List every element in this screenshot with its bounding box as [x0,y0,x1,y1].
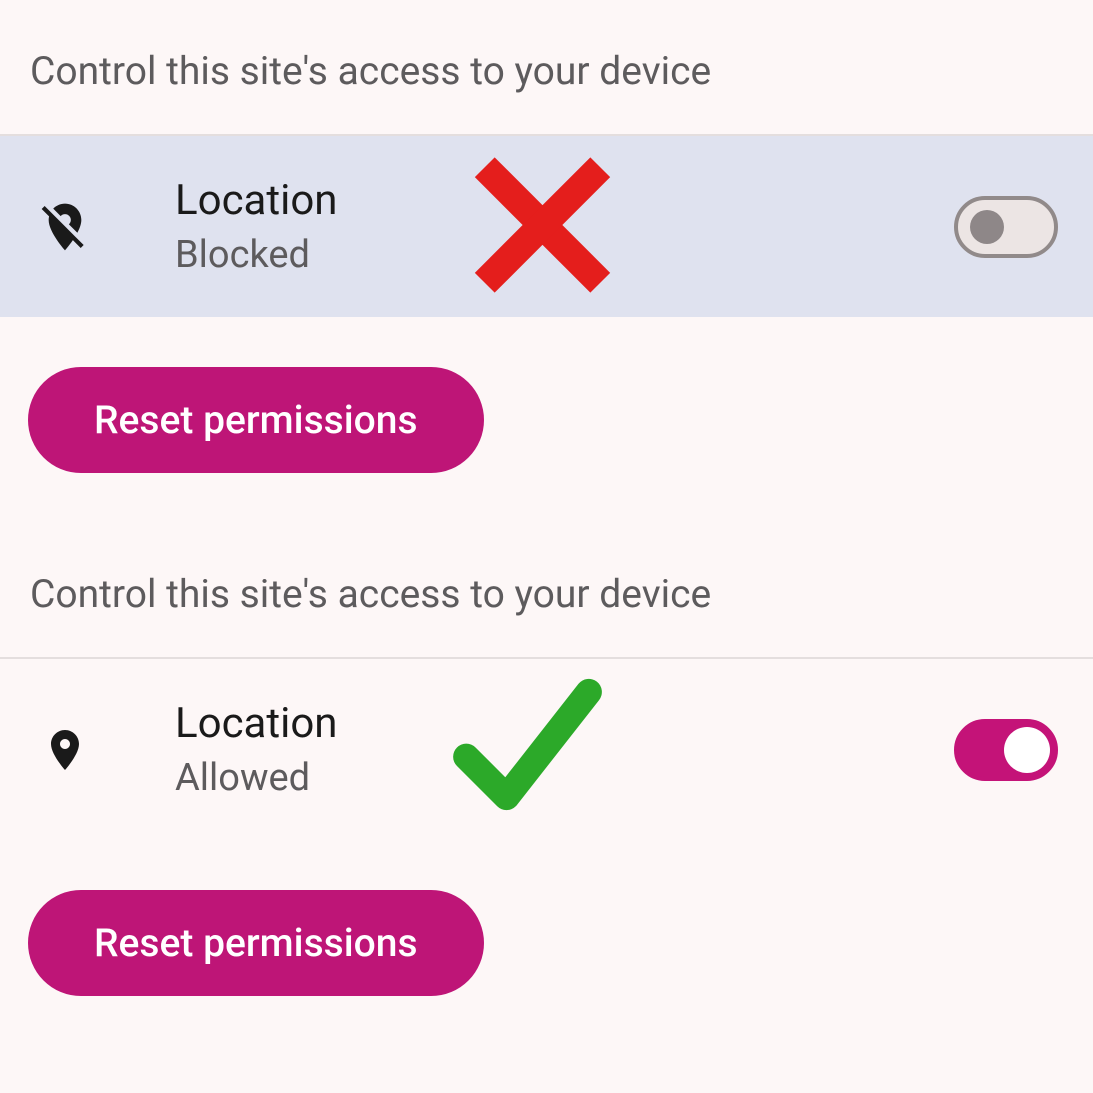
location-on-icon [35,722,95,778]
panel-allowed: Control this site's access to your devic… [0,523,1093,1046]
toggle-wrapper [954,719,1058,781]
x-mark-icon [460,142,625,311]
section-header: Control this site's access to your devic… [0,0,1093,134]
permission-row-location: Location Blocked [0,134,1093,317]
permission-row-location: Location Allowed [0,657,1093,840]
reset-permissions-button[interactable]: Reset permissions [28,890,484,996]
location-toggle[interactable] [954,196,1058,258]
reset-section: Reset permissions [0,317,1093,523]
toggle-wrapper [954,196,1058,258]
reset-permissions-button[interactable]: Reset permissions [28,367,484,473]
permission-text: Location Blocked [175,176,338,277]
location-off-icon [35,199,95,255]
toggle-knob [970,210,1004,244]
toggle-knob [1004,727,1050,773]
check-mark-icon [440,660,615,839]
permission-title: Location [175,699,338,748]
panel-blocked: Control this site's access to your devic… [0,0,1093,523]
permission-status: Blocked [175,233,338,277]
reset-section: Reset permissions [0,840,1093,1046]
permission-status: Allowed [175,756,338,800]
section-header: Control this site's access to your devic… [0,523,1093,657]
permission-title: Location [175,176,338,225]
permission-text: Location Allowed [175,699,338,800]
location-toggle[interactable] [954,719,1058,781]
